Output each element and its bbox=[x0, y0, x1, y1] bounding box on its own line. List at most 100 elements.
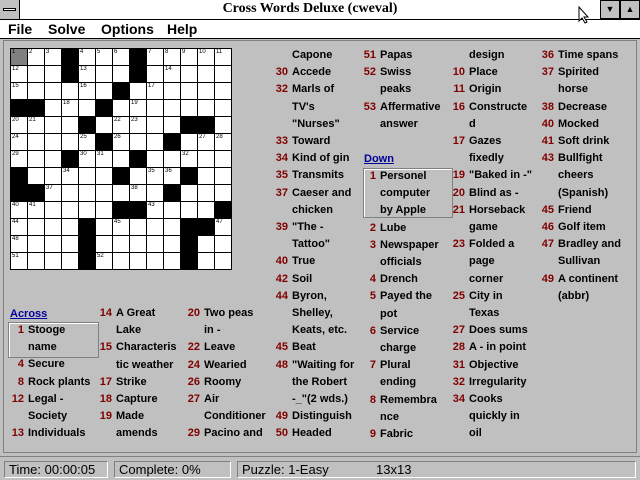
grid-cell[interactable] bbox=[146, 65, 164, 83]
grid-cell[interactable] bbox=[44, 235, 62, 253]
grid-cell[interactable]: 17 bbox=[146, 82, 164, 100]
grid-cell[interactable] bbox=[180, 184, 198, 202]
grid-cell[interactable] bbox=[78, 167, 96, 185]
grid-cell[interactable] bbox=[44, 99, 62, 117]
clue-text[interactable]: A - in point bbox=[469, 339, 526, 356]
grid-cell[interactable] bbox=[61, 184, 79, 202]
grid-cell[interactable] bbox=[163, 150, 181, 168]
grid-cell[interactable] bbox=[146, 150, 164, 168]
grid-cell[interactable] bbox=[146, 99, 164, 117]
grid-cell[interactable] bbox=[146, 252, 164, 270]
grid-cell[interactable] bbox=[61, 116, 79, 134]
clue-text[interactable]: Soft drink bbox=[558, 133, 609, 150]
clue-text[interactable]: Shelley, bbox=[292, 305, 333, 322]
clue-text[interactable]: Cooks bbox=[469, 391, 503, 408]
grid-cell[interactable] bbox=[95, 167, 113, 185]
clue-text[interactable]: tic weather bbox=[116, 357, 173, 374]
grid-cell[interactable] bbox=[61, 133, 79, 151]
clue-text[interactable]: Irregularity bbox=[469, 374, 526, 391]
clue-text[interactable]: City in bbox=[469, 288, 503, 305]
clue-text[interactable]: Tattoo" bbox=[292, 236, 330, 253]
grid-cell[interactable]: 36 bbox=[163, 167, 181, 185]
clue-text[interactable]: Soil bbox=[292, 271, 312, 288]
clue-text[interactable]: Affermative bbox=[380, 99, 441, 116]
grid-cell[interactable] bbox=[95, 65, 113, 83]
grid-cell[interactable] bbox=[214, 82, 232, 100]
grid-cell[interactable] bbox=[214, 184, 232, 202]
grid-cell[interactable] bbox=[163, 82, 181, 100]
grid-cell[interactable]: 22 bbox=[112, 116, 130, 134]
clue-text[interactable]: Legal - bbox=[28, 391, 63, 408]
grid-cell[interactable] bbox=[95, 201, 113, 219]
grid-cell[interactable] bbox=[146, 116, 164, 134]
clue-text[interactable]: Papas bbox=[380, 47, 412, 64]
clue-text[interactable]: Wearied bbox=[204, 357, 247, 374]
grid-cell[interactable]: 12 bbox=[10, 65, 28, 83]
grid-cell[interactable]: 3 bbox=[44, 48, 62, 66]
clue-text[interactable]: amends bbox=[116, 425, 158, 442]
grid-cell[interactable] bbox=[214, 65, 232, 83]
grid-cell[interactable]: 16 bbox=[78, 82, 96, 100]
clue-text[interactable]: -_"(2 wds.) bbox=[292, 391, 348, 408]
grid-cell[interactable] bbox=[61, 201, 79, 219]
grid-cell[interactable] bbox=[214, 167, 232, 185]
grid-cell[interactable] bbox=[129, 218, 147, 236]
grid-cell[interactable]: 21 bbox=[27, 116, 45, 134]
clue-text[interactable]: Origin bbox=[469, 81, 501, 98]
clue-text[interactable]: Texas bbox=[469, 305, 499, 322]
clue-text[interactable]: Transmits bbox=[292, 167, 344, 184]
grid-cell[interactable]: 31 bbox=[95, 150, 113, 168]
grid-cell[interactable] bbox=[95, 184, 113, 202]
grid-cell[interactable]: 44 bbox=[10, 218, 28, 236]
grid-cell[interactable]: 26 bbox=[112, 133, 130, 151]
grid-cell[interactable] bbox=[197, 99, 215, 117]
clue-text[interactable]: Mocked bbox=[558, 116, 599, 133]
grid-cell[interactable]: 41 bbox=[27, 201, 45, 219]
clue-text[interactable]: "Nurses" bbox=[292, 116, 340, 133]
clue-text[interactable]: Blind as - bbox=[469, 185, 519, 202]
grid-cell[interactable]: 4 bbox=[78, 48, 96, 66]
grid-cell[interactable] bbox=[180, 133, 198, 151]
grid-cell[interactable] bbox=[112, 235, 130, 253]
grid-cell[interactable] bbox=[129, 252, 147, 270]
clue-text[interactable]: Objective bbox=[469, 357, 519, 374]
grid-cell[interactable] bbox=[27, 82, 45, 100]
grid-cell[interactable]: 6 bbox=[112, 48, 130, 66]
grid-cell[interactable]: 38 bbox=[129, 184, 147, 202]
grid-cell[interactable]: 24 bbox=[10, 133, 28, 151]
clue-text[interactable]: horse bbox=[558, 81, 588, 98]
grid-cell[interactable] bbox=[180, 99, 198, 117]
grid-cell[interactable] bbox=[95, 82, 113, 100]
grid-cell[interactable]: 15 bbox=[10, 82, 28, 100]
grid-cell[interactable] bbox=[197, 65, 215, 83]
clue-text[interactable]: "The - bbox=[292, 219, 324, 236]
clue-text[interactable]: name bbox=[28, 339, 57, 356]
grid-cell[interactable] bbox=[112, 252, 130, 270]
clue-text[interactable]: Capone bbox=[292, 47, 332, 64]
clue-text[interactable]: Bullfight bbox=[558, 150, 603, 167]
clue-text[interactable]: Toward bbox=[292, 133, 330, 150]
grid-cell[interactable]: 20 bbox=[10, 116, 28, 134]
clue-text[interactable]: Rock plants bbox=[28, 374, 90, 391]
grid-cell[interactable] bbox=[112, 65, 130, 83]
grid-cell[interactable] bbox=[163, 218, 181, 236]
grid-cell[interactable] bbox=[27, 252, 45, 270]
grid-cell[interactable] bbox=[78, 201, 96, 219]
grid-cell[interactable] bbox=[112, 99, 130, 117]
clue-text[interactable]: d bbox=[469, 116, 476, 133]
clue-text[interactable]: Plural bbox=[380, 357, 411, 374]
grid-cell[interactable]: 30 bbox=[78, 150, 96, 168]
grid-cell[interactable] bbox=[146, 218, 164, 236]
grid-cell[interactable] bbox=[44, 65, 62, 83]
grid-cell[interactable] bbox=[27, 65, 45, 83]
clue-text[interactable]: Keats, etc. bbox=[292, 322, 347, 339]
grid-cell[interactable] bbox=[197, 167, 215, 185]
grid-cell[interactable]: 2 bbox=[27, 48, 45, 66]
clue-text[interactable]: Lube bbox=[380, 220, 406, 237]
clue-text[interactable]: Golf item bbox=[558, 219, 606, 236]
grid-cell[interactable] bbox=[95, 116, 113, 134]
grid-cell[interactable] bbox=[44, 82, 62, 100]
grid-cell[interactable] bbox=[44, 116, 62, 134]
clue-text[interactable]: Does sums bbox=[469, 322, 528, 339]
clue-text[interactable]: game bbox=[469, 219, 498, 236]
